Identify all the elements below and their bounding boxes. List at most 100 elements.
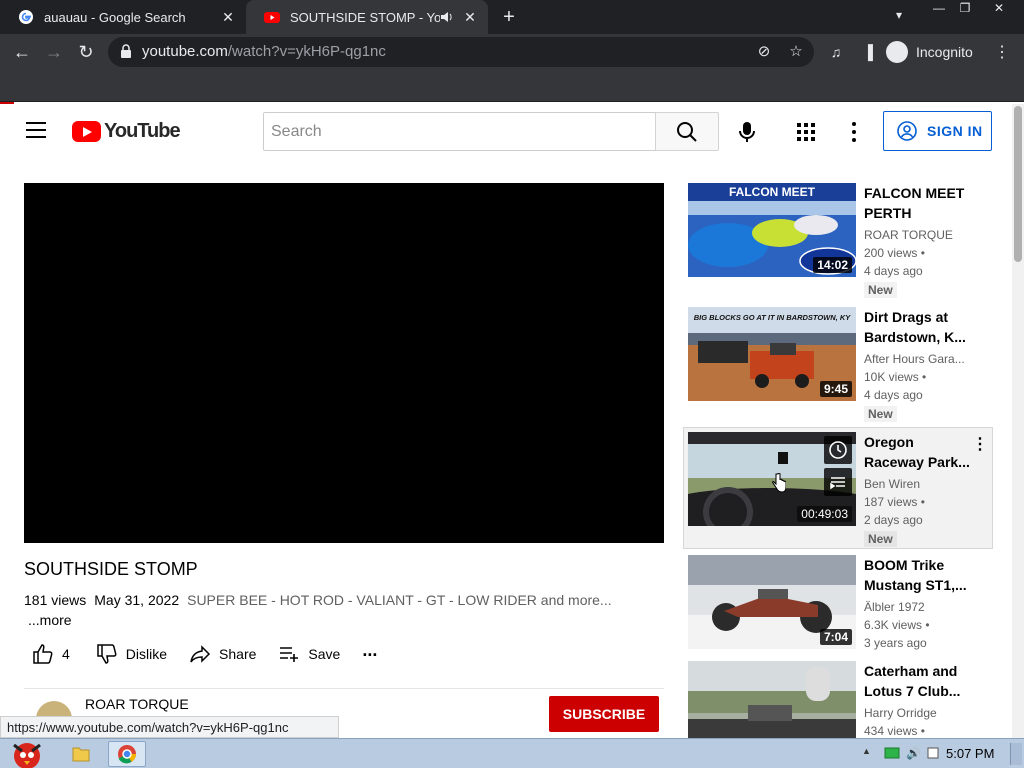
tab-search-chevron-icon[interactable]: ▾ — [896, 8, 902, 22]
forward-icon[interactable]: → — [42, 40, 66, 64]
recommendation-title[interactable]: BOOM Trike Mustang ST1,... — [864, 555, 972, 595]
recommendation-item[interactable]: BIG BLOCKS GO AT IT IN BARDSTOWN, KY 9:4… — [688, 307, 988, 423]
video-thumbnail[interactable] — [688, 661, 856, 738]
recommendation-channel[interactable]: After Hours Gara... — [864, 352, 976, 366]
side-panel-icon[interactable]: ▐ — [856, 40, 880, 64]
sign-in-label: SIGN IN — [927, 123, 983, 139]
recommendation-title[interactable]: Oregon Raceway Park... — [864, 432, 972, 472]
video-thumbnail[interactable]: FALCON MEET 14:02 — [688, 183, 856, 277]
url-path: /watch?v=ykH6P-qg1nc — [227, 43, 386, 60]
action-menu-icon[interactable]: ⋮ — [972, 434, 988, 454]
action-center-icon[interactable] — [926, 746, 942, 760]
recommendation-title[interactable]: Dirt Drags at Bardstown, K... — [864, 307, 972, 347]
show-more-link[interactable]: ...more — [28, 612, 72, 628]
channel-name[interactable]: ROAR TORQUE — [85, 696, 189, 712]
recommendation-channel[interactable]: ROAR TORQUE — [864, 228, 976, 242]
microphone-icon[interactable] — [734, 119, 760, 145]
taskbar-chrome[interactable] — [108, 741, 146, 767]
youtube-header: YouTube SIGN IN — [0, 104, 1012, 160]
video-player[interactable] — [24, 183, 664, 543]
video-duration: 14:02 — [813, 257, 852, 273]
recommendation-channel[interactable]: Älbler 1972 — [864, 600, 976, 614]
window-close-icon[interactable]: ✕ — [982, 0, 1016, 18]
page-scrollbar[interactable] — [1012, 104, 1024, 738]
dislike-button[interactable]: Dislike — [96, 643, 167, 665]
save-button[interactable]: Save — [278, 643, 340, 665]
recommendation-channel[interactable]: Ben Wiren — [864, 477, 976, 491]
action-bar: 4 Dislike Share Save ... — [24, 640, 399, 668]
user-account-icon — [897, 121, 917, 141]
video-thumbnail[interactable]: 7:04 — [688, 555, 856, 649]
tab-close-icon[interactable]: ✕ — [460, 9, 480, 26]
bookmark-star-icon[interactable]: ☆ — [786, 42, 806, 62]
more-actions-icon[interactable]: ... — [362, 640, 377, 661]
url-text: youtube.com/watch?v=ykH6P-qg1nc — [142, 43, 386, 60]
recommendation-title[interactable]: FALCON MEET PERTH — [864, 183, 972, 223]
volume-icon[interactable]: 🔊 — [906, 746, 922, 760]
search-button[interactable] — [655, 112, 719, 151]
scrollbar-thumb[interactable] — [1014, 106, 1022, 262]
eye-slash-icon[interactable]: ⊘ — [754, 42, 774, 62]
google-icon — [19, 10, 33, 24]
settings-kebab-icon[interactable] — [846, 120, 862, 144]
url-host: youtube.com — [142, 43, 228, 60]
video-duration: 7:04 — [819, 629, 852, 645]
tab-youtube-video[interactable]: SOUTHSIDE STOMP - YouT ✕ — [246, 0, 488, 34]
chrome-icon — [118, 745, 136, 764]
view-count: 181 views — [24, 592, 87, 608]
watch-later-icon[interactable] — [824, 436, 852, 464]
recommendation-channel[interactable]: Harry Orridge — [864, 706, 976, 720]
lock-icon[interactable] — [120, 44, 132, 58]
video-duration: 00:49:03 — [797, 506, 852, 522]
recommendation-item-hovered[interactable]: 00:49:03 Oregon Raceway Park... ⋮ Ben Wi… — [683, 427, 993, 549]
taskbar-explorer[interactable] — [62, 741, 100, 767]
search-icon — [677, 122, 697, 142]
speaker-icon[interactable] — [440, 10, 454, 24]
video-duration: 9:45 — [819, 381, 852, 397]
tab-close-icon[interactable]: ✕ — [218, 9, 238, 26]
show-desktop-button[interactable] — [1010, 743, 1022, 765]
tab-title: auauau - Google Search — [44, 9, 186, 25]
incognito-icon — [886, 41, 908, 63]
network-icon[interactable] — [884, 746, 900, 760]
taskbar-clock[interactable]: 5:07 PM — [946, 746, 994, 761]
dislike-label: Dislike — [125, 646, 168, 662]
search-input[interactable] — [264, 113, 656, 150]
reload-icon[interactable]: ↻ — [74, 40, 98, 64]
add-to-queue-icon[interactable] — [824, 468, 852, 496]
folder-icon — [72, 747, 90, 762]
like-button[interactable]: 4 — [32, 643, 70, 665]
caterham-thumbnail-image — [688, 661, 856, 738]
start-button-angry-bird-icon[interactable] — [4, 739, 50, 768]
chrome-menu-icon[interactable]: ⋮ — [994, 42, 1010, 62]
recommendation-item[interactable]: 7:04 BOOM Trike Mustang ST1,... Älbler 1… — [688, 555, 988, 671]
share-button[interactable]: Share — [189, 643, 256, 665]
recommendation-views: 6.3K views • — [864, 618, 930, 632]
recommendation-title[interactable]: Caterham and Lotus 7 Club... — [864, 661, 972, 701]
address-bar[interactable]: youtube.com/watch?v=ykH6P-qg1nc ⊘ ☆ — [108, 37, 814, 67]
youtube-logo[interactable]: YouTube — [72, 120, 181, 143]
new-badge: New — [864, 406, 897, 422]
restore-icon[interactable]: ❐ — [948, 0, 982, 18]
recommendation-views: 10K views • — [864, 370, 927, 384]
recommendation-age: 4 days ago — [864, 264, 923, 278]
recommendation-views: 187 views • — [864, 495, 925, 509]
video-meta[interactable]: 181 views May 31, 2022 SUPER BEE - HOT ROD… — [24, 592, 612, 608]
sign-in-button[interactable]: SIGN IN — [883, 111, 992, 151]
video-thumbnail[interactable]: BIG BLOCKS GO AT IT IN BARDSTOWN, KY 9:4… — [688, 307, 856, 401]
incognito-label: Incognito — [916, 44, 973, 60]
recommendation-age: 4 days ago — [864, 388, 923, 402]
incognito-indicator[interactable]: Incognito — [886, 38, 973, 66]
recommendation-item[interactable]: FALCON MEET 14:02 FALCON MEET PERTH ROAR… — [688, 183, 988, 299]
subscribe-button[interactable]: SUBSCRIBE — [549, 696, 659, 732]
media-control-icon[interactable]: ♫ — [824, 40, 848, 64]
apps-grid-icon[interactable] — [797, 123, 815, 141]
menu-icon[interactable] — [26, 122, 46, 138]
show-hidden-icons-icon[interactable]: ▲ — [862, 746, 878, 760]
thumbs-up-icon — [33, 644, 53, 664]
new-tab-button[interactable]: + — [498, 6, 520, 28]
share-label: Share — [219, 646, 257, 662]
recommendation-item[interactable]: Caterham and Lotus 7 Club... Harry Orrid… — [688, 661, 988, 738]
back-icon[interactable]: ← — [10, 40, 34, 64]
tab-google-search[interactable]: auauau - Google Search ✕ — [0, 0, 246, 34]
